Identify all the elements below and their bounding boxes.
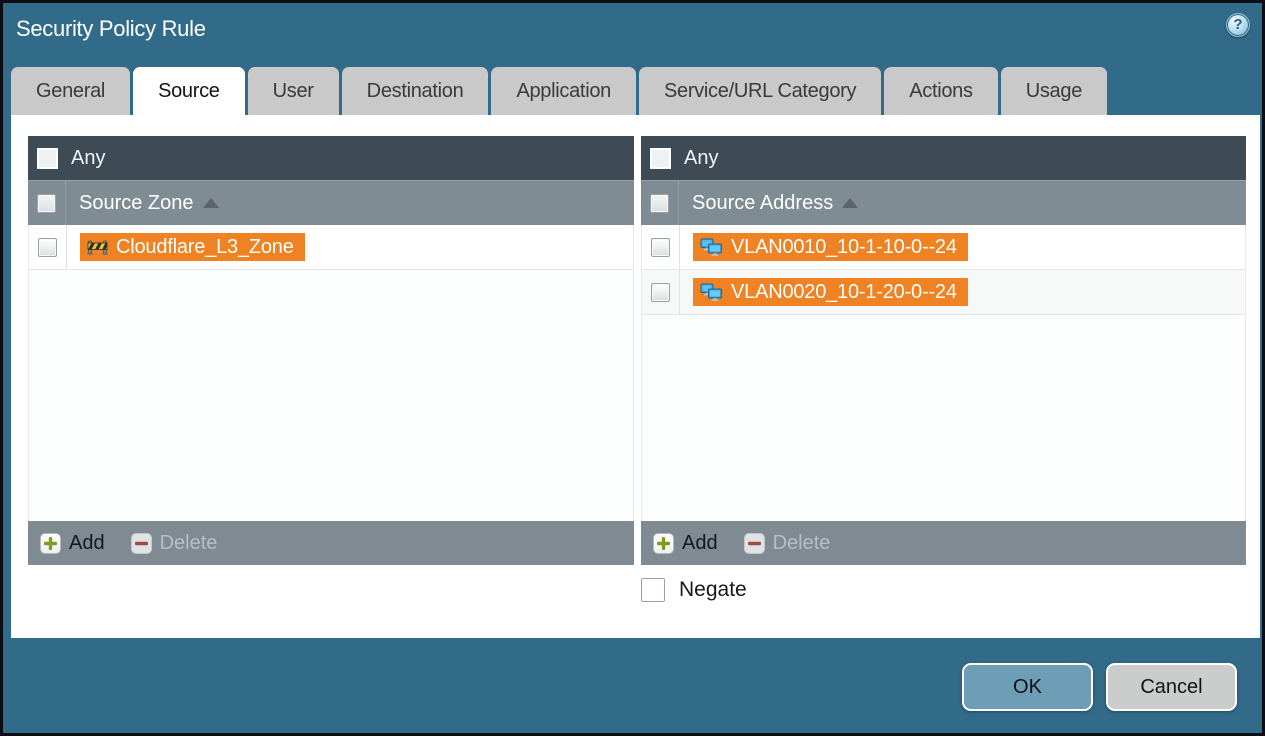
source-zone-column-title: Source Zone	[79, 191, 194, 214]
negate-label: Negate	[679, 578, 747, 601]
delete-zone-button[interactable]: Delete	[130, 531, 218, 555]
table-row: VLAN0010_10-1-10-0--24	[642, 225, 1245, 270]
sort-ascending-icon	[202, 198, 219, 208]
source-address-column-title: Source Address	[692, 191, 834, 214]
source-tab-content: Any Source Zone Cloudflare_L3_Zone Add D…	[11, 115, 1260, 638]
source-zone-any-label: Any	[71, 146, 106, 169]
add-address-button[interactable]: Add	[653, 532, 718, 555]
source-zone-footer: Add Delete	[28, 521, 634, 565]
tab-actions[interactable]: Actions	[884, 67, 998, 115]
cancel-button[interactable]: Cancel	[1106, 663, 1237, 711]
source-zone-select-all-checkbox[interactable]	[37, 193, 56, 213]
delete-address-button[interactable]: Delete	[743, 531, 831, 555]
delete-icon	[130, 532, 152, 554]
add-label: Add	[69, 531, 105, 554]
address-name: VLAN0020_10-1-20-0--24	[731, 280, 957, 303]
source-zone-panel: Any Source Zone Cloudflare_L3_Zone Add D…	[28, 136, 634, 565]
tab-general[interactable]: General	[11, 67, 131, 115]
source-zone-select-all-cell	[28, 181, 66, 225]
dialog-title: Security Policy Rule	[16, 16, 206, 41]
tab-bar: General Source User Destination Applicat…	[11, 67, 1108, 115]
add-icon	[40, 532, 61, 554]
address-name: VLAN0010_10-1-10-0--24	[731, 235, 957, 258]
source-address-any-checkbox[interactable]	[650, 147, 671, 169]
delete-label: Delete	[772, 531, 831, 554]
sort-ascending-icon	[842, 198, 859, 208]
table-row: Cloudflare_L3_Zone	[29, 225, 633, 270]
delete-icon	[743, 532, 765, 554]
source-zone-list: Cloudflare_L3_Zone	[28, 225, 634, 521]
source-address-footer: Add Delete	[641, 521, 1246, 565]
address-icon	[700, 283, 722, 301]
add-label: Add	[682, 531, 718, 554]
tab-destination[interactable]: Destination	[341, 67, 489, 115]
source-zone-row-checkbox[interactable]	[38, 237, 57, 257]
source-address-panel: Any Source Address VLAN0010_10-1-10-0--2…	[641, 136, 1246, 565]
tab-source[interactable]: Source	[133, 67, 245, 115]
add-zone-button[interactable]: Add	[40, 532, 105, 555]
source-zone-value[interactable]: Cloudflare_L3_Zone	[80, 233, 305, 261]
delete-label: Delete	[159, 531, 218, 554]
source-address-any-label: Any	[684, 146, 719, 169]
row-checkbox-cell	[29, 225, 67, 269]
zone-name: Cloudflare_L3_Zone	[116, 235, 294, 258]
ok-button[interactable]: OK	[962, 663, 1093, 711]
negate-row: Negate	[641, 578, 747, 602]
tab-usage[interactable]: Usage	[1000, 67, 1108, 115]
source-address-column-header[interactable]: Source Address	[641, 180, 1246, 225]
source-address-any-header: Any	[641, 136, 1246, 180]
source-address-row-checkbox-1[interactable]	[651, 237, 670, 257]
negate-checkbox[interactable]	[641, 578, 665, 602]
source-address-select-all-cell	[641, 181, 679, 225]
source-zone-column-header[interactable]: Source Zone	[28, 180, 634, 225]
source-address-select-all-checkbox[interactable]	[650, 193, 669, 213]
source-address-value-1[interactable]: VLAN0010_10-1-10-0--24	[693, 233, 968, 261]
add-icon	[653, 532, 674, 554]
table-row: VLAN0020_10-1-20-0--24	[642, 270, 1245, 315]
source-address-row-checkbox-2[interactable]	[651, 282, 670, 302]
zone-icon	[87, 240, 108, 255]
source-zone-any-checkbox[interactable]	[37, 147, 58, 169]
source-zone-any-header: Any	[28, 136, 634, 180]
help-icon[interactable]: ?	[1226, 13, 1250, 37]
address-icon	[700, 238, 722, 256]
tab-user[interactable]: User	[247, 67, 339, 115]
row-checkbox-cell	[642, 270, 680, 314]
row-checkbox-cell	[642, 225, 680, 269]
security-policy-rule-dialog: Security Policy Rule ? General Source Us…	[0, 0, 1265, 736]
tab-application[interactable]: Application	[491, 67, 636, 115]
source-address-list: VLAN0010_10-1-10-0--24 VLAN0020_10-1-20-…	[641, 225, 1246, 521]
tab-service-url-category[interactable]: Service/URL Category	[638, 67, 882, 115]
source-address-value-2[interactable]: VLAN0020_10-1-20-0--24	[693, 278, 968, 306]
